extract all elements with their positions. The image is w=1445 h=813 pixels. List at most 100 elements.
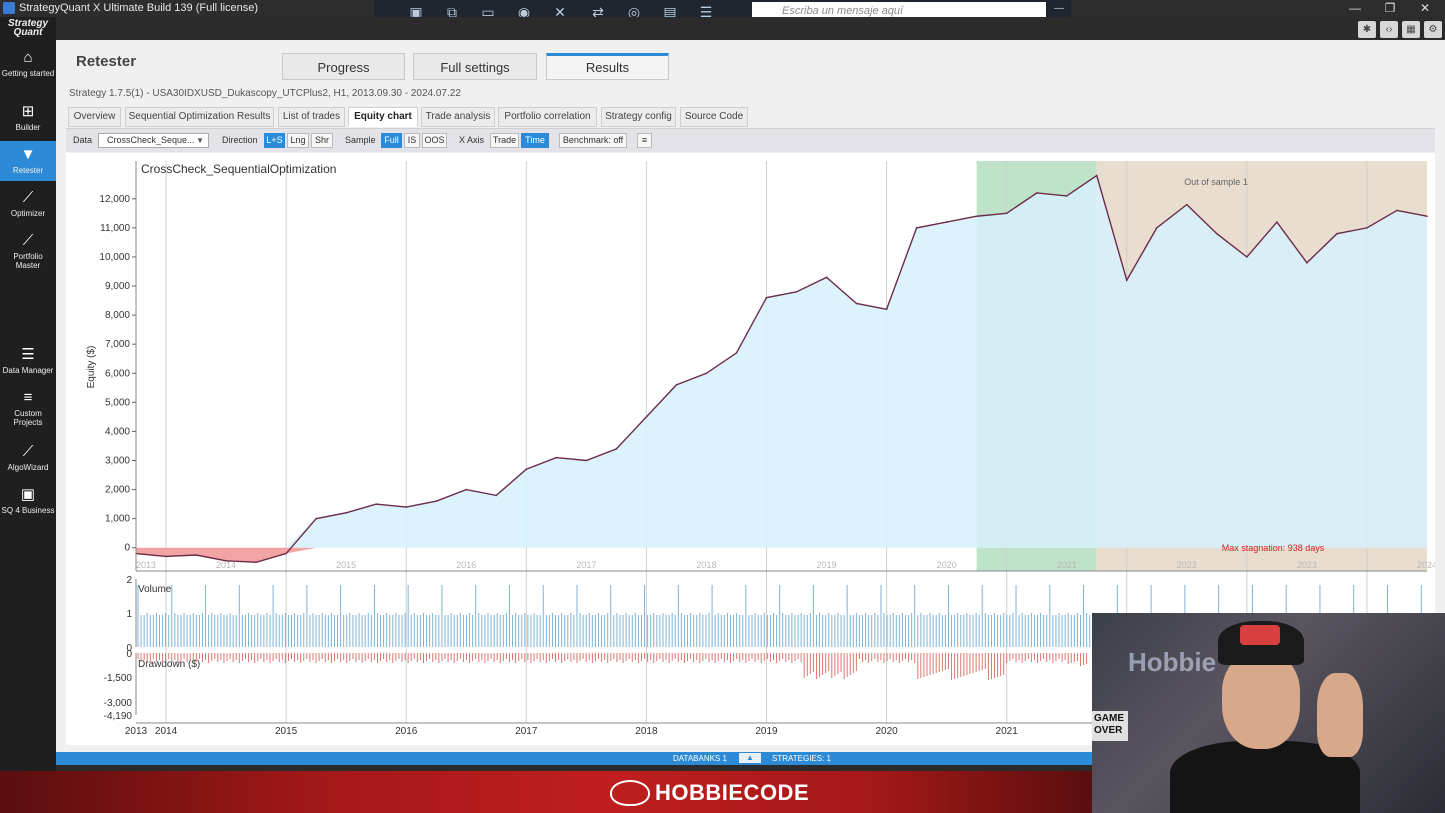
chevron-up-icon[interactable]: ▲ bbox=[739, 753, 761, 763]
strategy-info: Strategy 1.7.5(1) - USA30IDXUSD_Dukascop… bbox=[69, 88, 461, 99]
sample-is-button[interactable]: IS bbox=[404, 133, 420, 148]
wand-icon: ⟋ bbox=[22, 443, 34, 460]
game-over-sticker: GAME OVER bbox=[1092, 711, 1128, 741]
equity-point bbox=[1186, 203, 1188, 206]
presenter-hand bbox=[1317, 673, 1363, 757]
cap-logo bbox=[1240, 625, 1280, 645]
code-icon[interactable]: ‹› bbox=[1380, 21, 1398, 38]
equity-point bbox=[555, 456, 558, 459]
sidebar-item-getting-started[interactable]: ⌂ Getting started bbox=[0, 47, 56, 93]
direction-long-button[interactable]: Lng bbox=[287, 133, 309, 148]
equity-point bbox=[585, 459, 588, 462]
sidebar-item-algowizard[interactable]: ⟋ AlgoWizard bbox=[0, 441, 56, 477]
subtab-sequential-optimization[interactable]: Sequential Optimization Results bbox=[125, 107, 274, 127]
subtab-source-code[interactable]: Source Code bbox=[680, 107, 748, 127]
sidebar-item-builder[interactable]: ⊞ Builder bbox=[0, 101, 56, 137]
presenter-head bbox=[1222, 653, 1300, 749]
chart-title: CrossCheck_SequentialOptimization bbox=[141, 162, 336, 176]
x-year-label: 2015 bbox=[275, 726, 298, 737]
subtab-overview[interactable]: Overview bbox=[68, 107, 121, 127]
database-icon: ☰ bbox=[21, 346, 35, 363]
equity-point bbox=[1396, 209, 1398, 212]
equity-point bbox=[705, 372, 708, 375]
sidebar-item-label: AlgoWizard bbox=[7, 463, 49, 472]
equity-point bbox=[285, 552, 287, 555]
chart-controls: Data CrossCheck_Seque... ▼ Direction L+S… bbox=[66, 128, 1435, 152]
tab-progress[interactable]: Progress bbox=[282, 53, 405, 80]
subtab-equity-chart[interactable]: Equity chart bbox=[348, 107, 418, 127]
x-year-label: 2020 bbox=[875, 726, 898, 737]
stagnation-label: Max stagnation: 938 days bbox=[1222, 543, 1325, 553]
equity-point bbox=[1276, 221, 1278, 223]
bug-icon[interactable]: ✱ bbox=[1358, 21, 1376, 38]
oos-label: Out of sample 1 bbox=[1184, 177, 1248, 187]
hamburger-icon[interactable]: ≡ bbox=[637, 133, 652, 148]
tab-full-settings[interactable]: Full settings bbox=[413, 53, 537, 80]
sidebar-item-label: Custom Projects bbox=[13, 409, 43, 427]
equity-point bbox=[1216, 232, 1218, 235]
app-icon bbox=[3, 2, 15, 14]
equity-point bbox=[1306, 261, 1308, 264]
data-select[interactable]: CrossCheck_Seque... ▼ bbox=[98, 133, 209, 148]
x-year-faint-label: 2015 bbox=[336, 560, 356, 570]
sidebar-item-sq4-business[interactable]: ▣ SQ 4 Business bbox=[0, 484, 56, 520]
minimize-button[interactable]: — bbox=[1340, 0, 1370, 17]
subtab-portfolio-correlation[interactable]: Portfolio correlation bbox=[498, 107, 597, 127]
sidebar-item-data-manager[interactable]: ☰ Data Manager bbox=[0, 344, 56, 380]
gear-icon[interactable]: ⚙ bbox=[1424, 21, 1442, 38]
home-icon: ⌂ bbox=[23, 49, 33, 66]
sidebar-item-optimizer[interactable]: ⟋ Optimizer bbox=[0, 187, 56, 223]
subtab-strategy-config[interactable]: Strategy config bbox=[601, 107, 676, 127]
x-year-faint-label: 2016 bbox=[456, 560, 476, 570]
sidebar-item-label: Portfolio Master bbox=[13, 252, 43, 270]
restore-button[interactable]: ❐ bbox=[1375, 0, 1405, 17]
y-tick-label: 6,000 bbox=[105, 368, 130, 379]
minimize-overlay-icon[interactable]: — bbox=[1050, 0, 1068, 18]
sidebar-item-retester[interactable]: ▼ Retester bbox=[0, 141, 56, 181]
sample-oos-button[interactable]: OOS bbox=[422, 133, 447, 148]
volume-tick-label: 1 bbox=[126, 609, 132, 620]
briefcase-icon: ▣ bbox=[20, 486, 36, 503]
stack-icon: ≡ bbox=[23, 389, 33, 406]
tab-results[interactable]: Results bbox=[546, 53, 669, 80]
direction-short-button[interactable]: Shr bbox=[311, 133, 333, 148]
sample-full-button[interactable]: Full bbox=[381, 133, 402, 148]
equity-point bbox=[855, 302, 858, 305]
brand-name: HOBBIECODE bbox=[655, 780, 810, 805]
benchmark-button[interactable]: Benchmark: off bbox=[559, 133, 627, 148]
x-year-label: 2021 bbox=[996, 726, 1019, 737]
equity-point bbox=[735, 352, 738, 354]
xaxis-time-button[interactable]: Time bbox=[521, 133, 549, 148]
equity-point bbox=[315, 517, 317, 520]
equity-point bbox=[615, 448, 618, 450]
direction-ls-button[interactable]: L+S bbox=[264, 133, 285, 148]
x-year-faint-label: 2014 bbox=[216, 560, 236, 570]
equity-point bbox=[255, 561, 257, 564]
sq-logo: Strategy Quant bbox=[7, 18, 48, 38]
sidebar-item-custom-projects[interactable]: ≡ Custom Projects bbox=[0, 387, 56, 433]
sidebar-item-label: SQ 4 Business bbox=[1, 506, 55, 515]
sidebar-item-label: Optimizer bbox=[10, 209, 46, 218]
grid-icon[interactable]: ▦ bbox=[1402, 21, 1420, 38]
x-year-faint-label: 2022 bbox=[1177, 560, 1197, 570]
xaxis-trade-button[interactable]: Trade bbox=[490, 133, 519, 148]
sidebar-item-portfolio-master[interactable]: ⟋ Portfolio Master bbox=[0, 230, 56, 276]
y-tick-label: 3,000 bbox=[105, 456, 130, 467]
equity-point bbox=[1095, 174, 1098, 177]
y-tick-label: 12,000 bbox=[99, 194, 130, 205]
x-year-label: 2013 bbox=[125, 726, 148, 737]
x-year-label: 2014 bbox=[155, 726, 178, 737]
sidebar-item-label: Retester bbox=[12, 166, 44, 175]
drawdown-tick-label: 0 bbox=[126, 649, 132, 660]
subtab-list-of-trades[interactable]: List of trades bbox=[278, 107, 345, 127]
equity-point bbox=[495, 494, 498, 497]
close-button[interactable]: ✕ bbox=[1410, 0, 1440, 17]
x-year-label: 2018 bbox=[635, 726, 658, 737]
equity-point bbox=[915, 227, 918, 229]
equity-point bbox=[945, 221, 948, 223]
equity-point bbox=[825, 276, 828, 279]
brand-logo-icon bbox=[610, 780, 650, 806]
subtab-trade-analysis[interactable]: Trade analysis bbox=[421, 107, 495, 127]
y-tick-label: 0 bbox=[124, 543, 130, 554]
x-year-label: 2016 bbox=[395, 726, 418, 737]
